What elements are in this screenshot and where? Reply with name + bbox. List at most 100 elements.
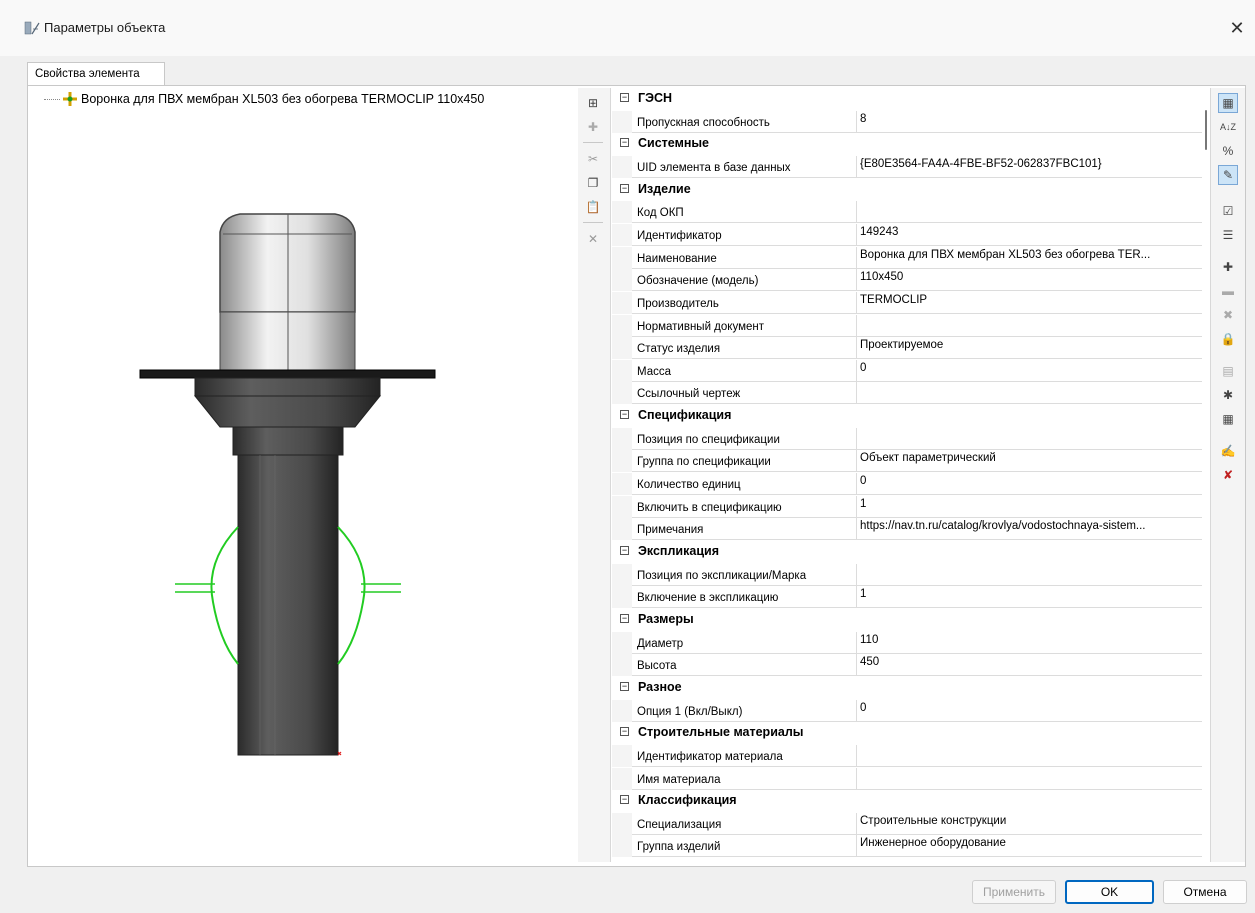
property-value[interactable]: Инженерное оборудование: [857, 835, 1202, 857]
property-value[interactable]: [857, 768, 1202, 790]
row-gutter: [612, 835, 632, 857]
new-table-button[interactable]: ✱: [1218, 385, 1238, 405]
property-grid-scrollbar[interactable]: [1202, 88, 1210, 862]
property-value[interactable]: [857, 564, 1202, 586]
property-value[interactable]: 0: [857, 700, 1202, 722]
property-row[interactable]: Обозначение (модель) 110x450: [612, 269, 1202, 291]
property-row[interactable]: UID элемента в базе данных {E80E3564-FA4A…: [612, 156, 1202, 178]
categorized-view-button[interactable]: ▦: [1218, 93, 1238, 113]
edit-note-button[interactable]: ✍: [1218, 441, 1238, 461]
sort-alpha-button[interactable]: A↓Z: [1218, 117, 1238, 137]
property-category[interactable]: − Экспликация: [612, 541, 1202, 563]
collapse-icon[interactable]: −: [620, 795, 629, 804]
collapse-icon[interactable]: −: [620, 546, 629, 555]
property-row[interactable]: Производитель TERMOCLIP: [612, 292, 1202, 314]
property-value[interactable]: 1: [857, 586, 1202, 608]
property-row[interactable]: Примечания https://nav.tn.ru/catalog/krov…: [612, 518, 1202, 540]
copy-button[interactable]: ❐: [584, 174, 602, 192]
cut-button[interactable]: ✂: [584, 150, 602, 168]
property-value[interactable]: [857, 315, 1202, 337]
property-value[interactable]: 0: [857, 360, 1202, 382]
property-value[interactable]: Воронка для ПВХ мембран XL503 без обогре…: [857, 247, 1202, 269]
property-value[interactable]: 149243: [857, 224, 1202, 246]
collapse-icon[interactable]: −: [620, 682, 629, 691]
list-button[interactable]: ☰: [1218, 225, 1238, 245]
collapse-icon[interactable]: −: [620, 410, 629, 419]
tree-item[interactable]: Воронка для ПВХ мембран XL503 без обогре…: [44, 90, 484, 108]
property-value[interactable]: [857, 382, 1202, 404]
property-row[interactable]: Количество единиц 0: [612, 473, 1202, 495]
property-row[interactable]: Группа по спецификации Объект параметриче…: [612, 450, 1202, 472]
property-row[interactable]: Статус изделия Проектируемое: [612, 337, 1202, 359]
check-list-button[interactable]: ☑: [1218, 201, 1238, 221]
property-value[interactable]: {E80E3564-FA4A-4FBE-BF52-062837FBC101}: [857, 156, 1202, 178]
property-category[interactable]: − Классификация: [612, 790, 1202, 812]
remove-property-button[interactable]: ✖: [1218, 305, 1238, 325]
paste-button[interactable]: 📋: [584, 198, 602, 216]
property-row[interactable]: Идентификатор материала: [612, 745, 1202, 767]
property-value[interactable]: 450: [857, 654, 1202, 676]
property-row[interactable]: Диаметр 110: [612, 632, 1202, 654]
ok-button[interactable]: OK: [1065, 880, 1154, 904]
row-gutter: [612, 564, 632, 586]
cancel-button[interactable]: Отмена: [1163, 880, 1247, 904]
scrollbar-thumb[interactable]: [1205, 110, 1207, 150]
edit-property-button[interactable]: ▬: [1218, 281, 1238, 301]
property-row[interactable]: Наименование Воронка для ПВХ мембран XL50…: [612, 247, 1202, 269]
property-category[interactable]: − Спецификация: [612, 405, 1202, 427]
property-category[interactable]: − Системные: [612, 133, 1202, 155]
property-category[interactable]: − Строительные материалы: [612, 722, 1202, 744]
property-row[interactable]: Позиция по экспликации/Марка: [612, 564, 1202, 586]
delete-table-button[interactable]: ✘: [1218, 465, 1238, 485]
close-button[interactable]: ✕: [1219, 12, 1255, 44]
property-row[interactable]: Включить в спецификацию 1: [612, 496, 1202, 518]
move-button[interactable]: ✚: [584, 118, 602, 136]
collapse-icon[interactable]: −: [620, 138, 629, 147]
apply-button[interactable]: Применить: [972, 880, 1056, 904]
collapse-icon[interactable]: −: [620, 93, 629, 102]
property-row[interactable]: Нормативный документ: [612, 315, 1202, 337]
property-row[interactable]: Имя материала: [612, 768, 1202, 790]
property-value[interactable]: https://nav.tn.ru/catalog/krovlya/vodost…: [857, 518, 1202, 540]
category-label: Строительные материалы: [638, 725, 804, 739]
collapse-icon[interactable]: −: [620, 184, 629, 193]
property-value[interactable]: Строительные конструкции: [857, 813, 1202, 835]
collapse-icon[interactable]: −: [620, 727, 629, 736]
property-value[interactable]: TERMOCLIP: [857, 292, 1202, 314]
property-row[interactable]: Код ОКП: [612, 201, 1202, 223]
property-value[interactable]: Проектируемое: [857, 337, 1202, 359]
property-row[interactable]: Масса 0: [612, 360, 1202, 382]
add-property-button[interactable]: ✚: [1218, 257, 1238, 277]
property-row[interactable]: Пропускная способность 8: [612, 111, 1202, 133]
percent-button[interactable]: %: [1218, 141, 1238, 161]
property-value[interactable]: 8: [857, 111, 1202, 133]
property-category[interactable]: − ГЭСН: [612, 88, 1202, 110]
property-value[interactable]: [857, 201, 1202, 223]
property-row[interactable]: Включение в экспликацию 1: [612, 586, 1202, 608]
property-row[interactable]: Высота 450: [612, 654, 1202, 676]
property-row[interactable]: Группа изделий Инженерное оборудование: [612, 835, 1202, 857]
property-row[interactable]: Идентификатор 149243: [612, 224, 1202, 246]
tab-element-properties[interactable]: Свойства элемента: [27, 62, 165, 86]
collapse-icon[interactable]: −: [620, 614, 629, 623]
property-value[interactable]: [857, 745, 1202, 767]
property-row[interactable]: Опция 1 (Вкл/Выкл) 0: [612, 700, 1202, 722]
edit-mode-button[interactable]: ✎: [1218, 165, 1238, 185]
table-button[interactable]: ▦: [1218, 409, 1238, 429]
add-element-button[interactable]: ⊞: [584, 94, 602, 112]
property-row[interactable]: Ссылочный чертеж: [612, 382, 1202, 404]
property-value[interactable]: 110: [857, 632, 1202, 654]
property-category[interactable]: − Размеры: [612, 609, 1202, 631]
lock-button[interactable]: 🔒: [1218, 329, 1238, 349]
property-category[interactable]: − Изделие: [612, 179, 1202, 201]
property-value[interactable]: 1: [857, 496, 1202, 518]
property-value[interactable]: [857, 428, 1202, 450]
property-value[interactable]: Объект параметрический: [857, 450, 1202, 472]
stack-button[interactable]: ▤: [1218, 361, 1238, 381]
property-value[interactable]: 110x450: [857, 269, 1202, 291]
property-value[interactable]: 0: [857, 473, 1202, 495]
property-category[interactable]: − Разное: [612, 677, 1202, 699]
delete-button[interactable]: ✕: [584, 230, 602, 248]
property-row[interactable]: Специализация Строительные конструкции: [612, 813, 1202, 835]
property-row[interactable]: Позиция по спецификации: [612, 428, 1202, 450]
